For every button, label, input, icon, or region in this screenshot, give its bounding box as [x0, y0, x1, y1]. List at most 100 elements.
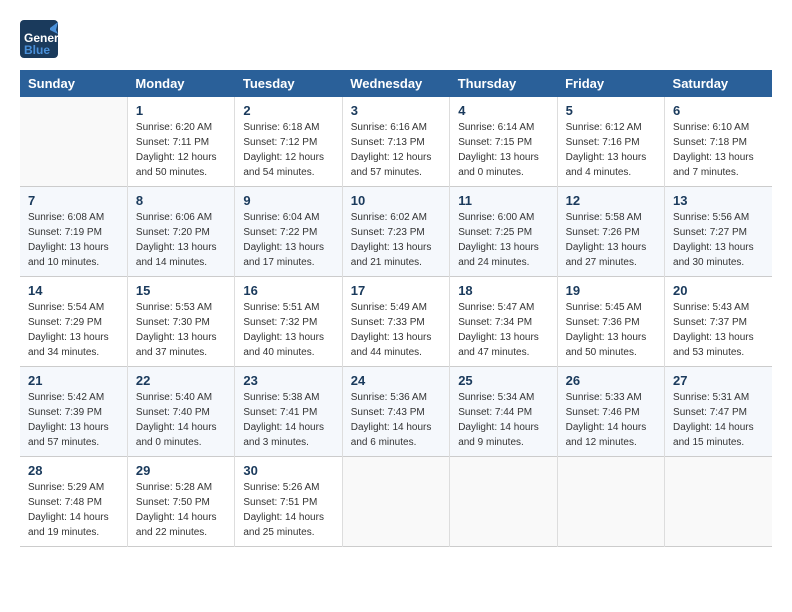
- day-info: Sunrise: 6:16 AM Sunset: 7:13 PM Dayligh…: [351, 120, 441, 180]
- calendar-cell: 20 Sunrise: 5:43 AM Sunset: 7:37 PM Dayli…: [665, 277, 772, 367]
- calendar-cell: 19 Sunrise: 5:45 AM Sunset: 7:36 PM Dayli…: [557, 277, 664, 367]
- day-number: 23: [243, 373, 333, 388]
- day-info: Sunrise: 5:33 AM Sunset: 7:46 PM Dayligh…: [566, 390, 656, 450]
- calendar-cell: 11Sunrise: 6:00 AM Sunset: 7:25 PM Dayli…: [450, 187, 557, 277]
- day-number: 1: [136, 103, 226, 118]
- day-info: Sunrise: 5:54 AM Sunset: 7:29 PM Dayligh…: [28, 300, 119, 360]
- day-number: 7: [28, 193, 119, 208]
- day-info: Sunrise: 6:14 AM Sunset: 7:15 PM Dayligh…: [458, 120, 548, 180]
- day-info: Sunrise: 5:38 AM Sunset: 7:41 PM Dayligh…: [243, 390, 333, 450]
- calendar-cell: 23 Sunrise: 5:38 AM Sunset: 7:41 PM Dayli…: [235, 367, 342, 457]
- day-info: Sunrise: 5:56 AM Sunset: 7:27 PM Dayligh…: [673, 210, 764, 270]
- day-info: Sunrise: 6:10 AM Sunset: 7:18 PM Dayligh…: [673, 120, 764, 180]
- weekday-header-thursday: Thursday: [450, 70, 557, 97]
- day-number: 29: [136, 463, 226, 478]
- day-number: 24: [351, 373, 441, 388]
- calendar-cell: 13 Sunrise: 5:56 AM Sunset: 7:27 PM Dayli…: [665, 187, 772, 277]
- day-info: Sunrise: 6:00 AM Sunset: 7:25 PM Dayligh…: [458, 210, 548, 270]
- calendar-cell: 9 Sunrise: 6:04 AM Sunset: 7:22 PM Daylig…: [235, 187, 342, 277]
- calendar-cell: 14 Sunrise: 5:54 AM Sunset: 7:29 PM Dayli…: [20, 277, 127, 367]
- calendar-cell: 4 Sunrise: 6:14 AM Sunset: 7:15 PM Daylig…: [450, 97, 557, 187]
- calendar-cell: 16 Sunrise: 5:51 AM Sunset: 7:32 PM Dayli…: [235, 277, 342, 367]
- weekday-header-friday: Friday: [557, 70, 664, 97]
- calendar-cell: 3 Sunrise: 6:16 AM Sunset: 7:13 PM Daylig…: [342, 97, 449, 187]
- day-number: 4: [458, 103, 548, 118]
- day-number: 3: [351, 103, 441, 118]
- day-info: Sunrise: 6:04 AM Sunset: 7:22 PM Dayligh…: [243, 210, 333, 270]
- calendar-cell: 28Sunrise: 5:29 AM Sunset: 7:48 PM Dayli…: [20, 457, 127, 547]
- weekday-header-saturday: Saturday: [665, 70, 772, 97]
- calendar-cell: 12 Sunrise: 5:58 AM Sunset: 7:26 PM Dayli…: [557, 187, 664, 277]
- calendar-cell: [342, 457, 449, 547]
- day-info: Sunrise: 5:49 AM Sunset: 7:33 PM Dayligh…: [351, 300, 441, 360]
- calendar-cell: 24 Sunrise: 5:36 AM Sunset: 7:43 PM Dayli…: [342, 367, 449, 457]
- day-info: Sunrise: 5:58 AM Sunset: 7:26 PM Dayligh…: [566, 210, 656, 270]
- day-number: 27: [673, 373, 764, 388]
- calendar-cell: 8 Sunrise: 6:06 AM Sunset: 7:20 PM Daylig…: [127, 187, 234, 277]
- day-info: Sunrise: 5:43 AM Sunset: 7:37 PM Dayligh…: [673, 300, 764, 360]
- calendar-week-1: 1 Sunrise: 6:20 AM Sunset: 7:11 PM Daylig…: [20, 97, 772, 187]
- day-info: Sunrise: 5:45 AM Sunset: 7:36 PM Dayligh…: [566, 300, 656, 360]
- day-number: 20: [673, 283, 764, 298]
- calendar-cell: 6 Sunrise: 6:10 AM Sunset: 7:18 PM Daylig…: [665, 97, 772, 187]
- day-number: 19: [566, 283, 656, 298]
- day-number: 18: [458, 283, 548, 298]
- day-info: Sunrise: 6:20 AM Sunset: 7:11 PM Dayligh…: [136, 120, 226, 180]
- day-info: Sunrise: 6:02 AM Sunset: 7:23 PM Dayligh…: [351, 210, 441, 270]
- weekday-header-sunday: Sunday: [20, 70, 127, 97]
- weekday-header-tuesday: Tuesday: [235, 70, 342, 97]
- day-info: Sunrise: 5:42 AM Sunset: 7:39 PM Dayligh…: [28, 390, 119, 450]
- day-number: 16: [243, 283, 333, 298]
- day-info: Sunrise: 5:36 AM Sunset: 7:43 PM Dayligh…: [351, 390, 441, 450]
- day-number: 14: [28, 283, 119, 298]
- calendar-cell: 10 Sunrise: 6:02 AM Sunset: 7:23 PM Dayli…: [342, 187, 449, 277]
- logo-icon: General Blue: [20, 20, 58, 58]
- day-info: Sunrise: 6:12 AM Sunset: 7:16 PM Dayligh…: [566, 120, 656, 180]
- calendar-cell: [20, 97, 127, 187]
- calendar-week-3: 14 Sunrise: 5:54 AM Sunset: 7:29 PM Dayli…: [20, 277, 772, 367]
- day-info: Sunrise: 5:31 AM Sunset: 7:47 PM Dayligh…: [673, 390, 764, 450]
- calendar-cell: 5Sunrise: 6:12 AM Sunset: 7:16 PM Daylig…: [557, 97, 664, 187]
- calendar-cell: 22 Sunrise: 5:40 AM Sunset: 7:40 PM Dayli…: [127, 367, 234, 457]
- day-number: 10: [351, 193, 441, 208]
- day-number: 25: [458, 373, 548, 388]
- weekday-header-monday: Monday: [127, 70, 234, 97]
- day-number: 8: [136, 193, 226, 208]
- day-number: 22: [136, 373, 226, 388]
- day-info: Sunrise: 5:29 AM Sunset: 7:48 PM Dayligh…: [28, 480, 119, 540]
- calendar-cell: 15Sunrise: 5:53 AM Sunset: 7:30 PM Dayli…: [127, 277, 234, 367]
- day-number: 2: [243, 103, 333, 118]
- day-number: 12: [566, 193, 656, 208]
- calendar-cell: 25 Sunrise: 5:34 AM Sunset: 7:44 PM Dayli…: [450, 367, 557, 457]
- calendar-week-4: 21Sunrise: 5:42 AM Sunset: 7:39 PM Dayli…: [20, 367, 772, 457]
- calendar-cell: 29 Sunrise: 5:28 AM Sunset: 7:50 PM Dayli…: [127, 457, 234, 547]
- day-number: 13: [673, 193, 764, 208]
- calendar-cell: 2Sunrise: 6:18 AM Sunset: 7:12 PM Daylig…: [235, 97, 342, 187]
- day-number: 9: [243, 193, 333, 208]
- day-number: 6: [673, 103, 764, 118]
- day-number: 17: [351, 283, 441, 298]
- calendar-cell: 17 Sunrise: 5:49 AM Sunset: 7:33 PM Dayli…: [342, 277, 449, 367]
- logo: General Blue: [20, 20, 58, 60]
- header: General Blue: [20, 20, 772, 60]
- calendar-table: SundayMondayTuesdayWednesdayThursdayFrid…: [20, 70, 772, 547]
- day-info: Sunrise: 5:47 AM Sunset: 7:34 PM Dayligh…: [458, 300, 548, 360]
- calendar-cell: 26 Sunrise: 5:33 AM Sunset: 7:46 PM Dayli…: [557, 367, 664, 457]
- calendar-week-5: 28Sunrise: 5:29 AM Sunset: 7:48 PM Dayli…: [20, 457, 772, 547]
- day-info: Sunrise: 5:34 AM Sunset: 7:44 PM Dayligh…: [458, 390, 548, 450]
- calendar-cell: 21Sunrise: 5:42 AM Sunset: 7:39 PM Dayli…: [20, 367, 127, 457]
- day-info: Sunrise: 5:28 AM Sunset: 7:50 PM Dayligh…: [136, 480, 226, 540]
- day-info: Sunrise: 5:40 AM Sunset: 7:40 PM Dayligh…: [136, 390, 226, 450]
- calendar-cell: 30 Sunrise: 5:26 AM Sunset: 7:51 PM Dayli…: [235, 457, 342, 547]
- calendar-cell: 18 Sunrise: 5:47 AM Sunset: 7:34 PM Dayli…: [450, 277, 557, 367]
- day-info: Sunrise: 6:06 AM Sunset: 7:20 PM Dayligh…: [136, 210, 226, 270]
- calendar-header: SundayMondayTuesdayWednesdayThursdayFrid…: [20, 70, 772, 97]
- day-info: Sunrise: 5:51 AM Sunset: 7:32 PM Dayligh…: [243, 300, 333, 360]
- svg-text:Blue: Blue: [24, 43, 50, 57]
- calendar-cell: [450, 457, 557, 547]
- calendar-cell: 7 Sunrise: 6:08 AM Sunset: 7:19 PM Daylig…: [20, 187, 127, 277]
- day-info: Sunrise: 6:08 AM Sunset: 7:19 PM Dayligh…: [28, 210, 119, 270]
- day-number: 26: [566, 373, 656, 388]
- day-number: 30: [243, 463, 333, 478]
- day-info: Sunrise: 5:26 AM Sunset: 7:51 PM Dayligh…: [243, 480, 333, 540]
